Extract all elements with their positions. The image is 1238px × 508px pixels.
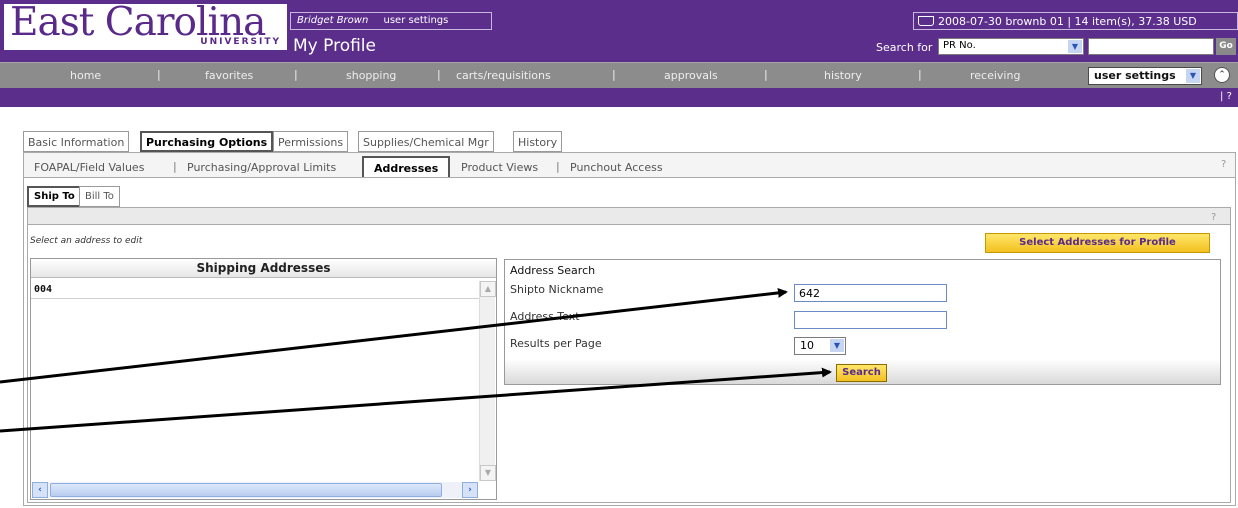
help-icon[interactable]: ? xyxy=(1227,91,1232,102)
chevron-down-icon: ▼ xyxy=(830,339,844,352)
shipto-nickname-label: Shipto Nickname xyxy=(510,283,604,296)
horizontal-scrollbar[interactable]: ‹ › xyxy=(32,482,478,498)
results-per-page-label: Results per Page xyxy=(510,337,602,350)
shipto-nickname-input[interactable]: 642 xyxy=(794,284,947,302)
search-type-value: PR No. xyxy=(943,40,976,51)
user-settings-select-value: user settings xyxy=(1094,69,1176,82)
scroll-thumb[interactable] xyxy=(50,483,442,497)
chevron-down-icon: ▼ xyxy=(1068,40,1082,53)
cart-summary-text: 2008-07-30 brownb 01 | 14 item(s), 37.38… xyxy=(938,15,1197,28)
nav-separator: | xyxy=(437,68,441,81)
subtab-product-views[interactable]: Product Views xyxy=(461,161,538,174)
tab-ship-to[interactable]: Ship To xyxy=(27,186,82,207)
subtab-punchout-access[interactable]: Punchout Access xyxy=(570,161,663,174)
tab-supplies-chemical-mgr[interactable]: Supplies/Chemical Mgr xyxy=(358,131,494,152)
help-icon[interactable]: ? xyxy=(1221,159,1226,170)
nav-separator: | xyxy=(157,68,161,81)
nav-separator: | xyxy=(764,68,768,81)
user-settings-link[interactable]: user settings xyxy=(384,15,449,26)
results-per-page-select[interactable]: 10 ▼ xyxy=(794,337,846,355)
nav-item-history[interactable]: history xyxy=(824,69,862,82)
scroll-left-icon[interactable]: ‹ xyxy=(32,482,48,498)
ship-to-header xyxy=(28,208,1230,225)
list-item[interactable]: 004 xyxy=(31,281,479,299)
subtab-foapal-field-values[interactable]: FOAPAL/Field Values xyxy=(34,161,144,174)
search-input[interactable] xyxy=(1088,38,1214,55)
vertical-scrollbar[interactable]: ▲ ▼ xyxy=(479,281,496,481)
address-text-input[interactable] xyxy=(794,311,947,329)
collapse-header-icon[interactable]: ⌃ xyxy=(1214,67,1230,83)
nav-item-carts-requisitions[interactable]: carts/requisitions xyxy=(456,69,551,82)
tab-basic-information[interactable]: Basic Information xyxy=(23,131,130,152)
user-name: Bridget Brown xyxy=(297,15,369,26)
nav-separator: | xyxy=(612,68,616,81)
search-button[interactable]: Search xyxy=(836,364,887,382)
scroll-up-icon[interactable]: ▲ xyxy=(480,281,496,297)
main-nav: home | favorites | shopping | carts/requ… xyxy=(0,62,1238,88)
results-per-page-value: 10 xyxy=(800,339,814,352)
user-settings-select[interactable]: user settings ▼ xyxy=(1088,67,1202,85)
logo-sub-text: UNIVERSITY xyxy=(200,37,281,47)
subtab-separator: | xyxy=(556,160,560,173)
address-search-title: Address Search xyxy=(510,264,596,277)
subtab-purchasing-approval-limits[interactable]: Purchasing/Approval Limits xyxy=(187,161,336,174)
nav-separator: | xyxy=(294,68,298,81)
tab-history[interactable]: History xyxy=(513,131,563,152)
cart-icon xyxy=(918,16,934,26)
search-type-select[interactable]: PR No. ▼ xyxy=(938,38,1084,55)
help-link[interactable]: | ? xyxy=(1220,91,1232,102)
tab-purchasing-options[interactable]: Purchasing Options xyxy=(140,131,274,152)
cart-summary[interactable]: 2008-07-30 brownb 01 | 14 item(s), 37.38… xyxy=(913,12,1238,30)
nav-item-approvals[interactable]: approvals xyxy=(664,69,718,82)
page-title: My Profile xyxy=(293,36,376,56)
select-addresses-button[interactable]: Select Addresses for Profile xyxy=(985,233,1210,253)
chevron-down-icon: ▼ xyxy=(1186,69,1200,83)
nav-item-receiving[interactable]: receiving xyxy=(970,69,1020,82)
nav-item-favorites[interactable]: favorites xyxy=(205,69,253,82)
scroll-down-icon[interactable]: ▼ xyxy=(480,465,496,481)
tab-bill-to[interactable]: Bill To xyxy=(79,186,120,207)
nav-separator: | xyxy=(918,68,922,81)
help-icon[interactable]: ? xyxy=(1211,212,1216,223)
subtab-addresses[interactable]: Addresses xyxy=(362,156,451,177)
address-text-label: Address Text xyxy=(510,310,580,323)
select-address-hint: Select an address to edit xyxy=(30,236,143,246)
user-info-bar: Bridget Brown user settings xyxy=(290,12,492,30)
scroll-right-icon[interactable]: › xyxy=(462,482,478,498)
nav-item-home[interactable]: home xyxy=(70,69,101,82)
university-logo[interactable]: East Carolina UNIVERSITY xyxy=(4,0,287,50)
nav-item-shopping[interactable]: shopping xyxy=(346,69,396,82)
search-for-label: Search for xyxy=(876,41,933,54)
go-button[interactable]: Go xyxy=(1216,38,1236,55)
tab-permissions[interactable]: Permissions xyxy=(273,131,349,152)
shipping-addresses-title: Shipping Addresses xyxy=(31,259,496,278)
subtab-separator: | xyxy=(173,160,177,173)
sub-header-strip xyxy=(0,88,1238,107)
